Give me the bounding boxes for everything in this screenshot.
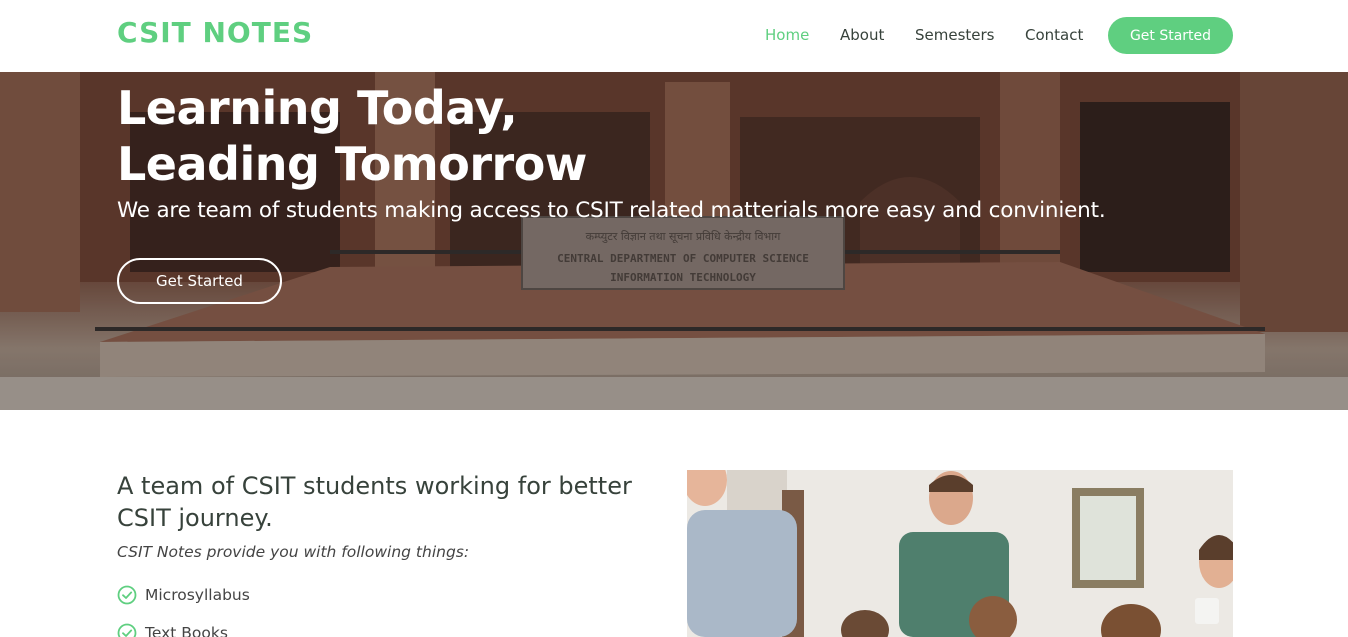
site-logo[interactable]: CSIT NOTES — [117, 16, 313, 49]
students-photo-image — [687, 470, 1233, 637]
check-circle-icon — [117, 623, 137, 637]
about-lead: CSIT Notes provide you with following th… — [117, 543, 470, 561]
nav-contact[interactable]: Contact — [1025, 26, 1083, 44]
check-circle-icon — [117, 585, 137, 605]
about-title: A team of CSIT students working for bett… — [117, 472, 632, 532]
hero-title-line-1: Learning Today, — [117, 81, 518, 135]
list-item-label: Text Books — [145, 624, 228, 637]
nav-home[interactable]: Home — [765, 26, 809, 44]
site-header: CSIT NOTES Home About Semesters Contact … — [0, 0, 1348, 72]
hero-get-started-button[interactable]: Get Started — [117, 258, 282, 304]
hero-subtitle: We are team of students making access to… — [117, 198, 1106, 223]
list-item: Microsyllabus — [117, 585, 250, 605]
header-get-started-button[interactable]: Get Started — [1108, 17, 1233, 54]
list-item: Text Books — [117, 623, 228, 637]
list-item-label: Microsyllabus — [145, 586, 250, 604]
nav-semesters[interactable]: Semesters — [915, 26, 995, 44]
nav-about[interactable]: About — [840, 26, 884, 44]
hero-title: Learning Today, Leading Tomorrow — [117, 80, 587, 192]
hero-title-line-2: Leading Tomorrow — [117, 137, 587, 191]
students-photo — [687, 470, 1233, 637]
hero-section: कम्प्युटर विज्ञान तथा सूचना प्रविधि केन्… — [0, 72, 1348, 410]
